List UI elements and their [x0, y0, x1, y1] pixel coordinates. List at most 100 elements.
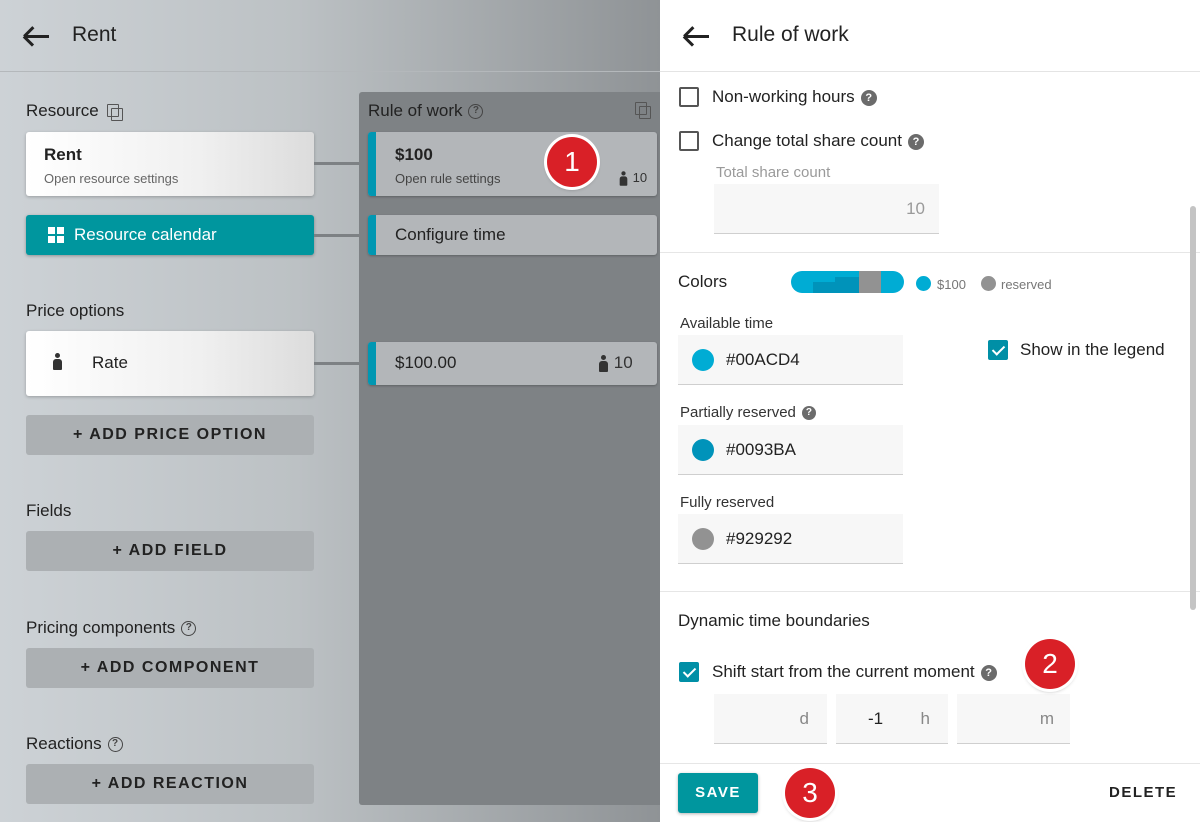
- total-share-count-input[interactable]: 10: [714, 184, 939, 234]
- rule-card[interactable]: $100 Open rule settings 10: [368, 132, 657, 196]
- panel-header: Rule of work: [660, 0, 1200, 72]
- help-icon[interactable]: ?: [801, 406, 816, 421]
- fully-reserved-label: Fully reserved: [680, 494, 775, 511]
- pricing-components-text: Pricing components: [26, 618, 176, 637]
- top-bar: Rent: [0, 0, 660, 72]
- non-working-hours-checkbox[interactable]: [679, 87, 699, 107]
- minutes-input[interactable]: m: [957, 694, 1070, 744]
- rule-card-title: $100: [395, 145, 433, 164]
- resource-card-title: Rent: [44, 145, 82, 164]
- fields-label: Fields: [26, 501, 72, 520]
- add-price-option-button[interactable]: + ADD PRICE OPTION: [26, 415, 314, 455]
- person-icon: [619, 171, 628, 186]
- share-count-value: 10: [632, 170, 648, 185]
- resource-card-subtitle: Open resource settings: [44, 171, 179, 186]
- add-component-button[interactable]: + ADD COMPONENT: [26, 648, 314, 688]
- resource-label-text: Resource: [26, 101, 99, 120]
- fully-reserved-color-input[interactable]: #929292: [678, 514, 903, 564]
- rule-column-label: Rule of work?: [368, 101, 484, 121]
- step-badge-1: 1: [547, 137, 597, 187]
- price-card[interactable]: $100.00 10: [368, 342, 657, 385]
- minutes-unit: m: [1039, 709, 1054, 728]
- divider: [660, 763, 1200, 764]
- person-icon: [598, 355, 609, 373]
- available-time-color-value: #00ACD4: [726, 350, 800, 369]
- help-icon[interactable]: ?: [107, 737, 123, 753]
- legend-label-available: $100: [937, 277, 966, 292]
- color-swatch[interactable]: [692, 439, 714, 461]
- rule-column-label-text: Rule of work: [368, 101, 463, 120]
- partially-reserved-text: Partially reserved: [680, 404, 796, 421]
- shift-start-label: Shift start from the current moment?: [712, 662, 997, 682]
- resource-section-label: Resource: [26, 101, 123, 121]
- change-total-share-text: Change total share count: [712, 131, 902, 150]
- add-field-button[interactable]: + ADD FIELD: [26, 531, 314, 571]
- back-arrow-icon[interactable]: [23, 26, 49, 47]
- divider: [660, 591, 1200, 592]
- panel-title: Rule of work: [732, 23, 849, 46]
- configure-time-label: Configure time: [395, 225, 506, 244]
- help-icon[interactable]: ?: [907, 133, 924, 150]
- price-share-count: 10: [598, 353, 633, 373]
- available-time-color-input[interactable]: #00ACD4: [678, 335, 903, 385]
- person-icon: [52, 353, 63, 371]
- resource-calendar-button[interactable]: Resource calendar: [26, 215, 314, 255]
- partially-reserved-label: Partially reserved?: [680, 404, 816, 421]
- color-swatch[interactable]: [692, 528, 714, 550]
- shift-start-text: Shift start from the current moment: [712, 662, 975, 681]
- change-total-share-label: Change total share count?: [712, 131, 924, 151]
- page-title: Rent: [72, 23, 117, 46]
- copy-icon[interactable]: [635, 102, 651, 119]
- copy-icon[interactable]: [106, 103, 123, 121]
- color-preview-bar: [791, 271, 904, 293]
- grid-icon: [48, 227, 65, 244]
- save-button[interactable]: SAVE: [678, 773, 758, 813]
- days-input[interactable]: d: [714, 694, 827, 744]
- rent-editor-background: Rent Resource Rent Open resource setting…: [0, 0, 660, 822]
- change-total-share-checkbox[interactable]: [679, 131, 699, 151]
- dynamic-time-label: Dynamic time boundaries: [678, 611, 870, 630]
- days-unit: d: [799, 709, 809, 728]
- non-working-hours-label: Non-working hours?: [712, 87, 877, 107]
- help-icon[interactable]: ?: [860, 89, 877, 106]
- rule-of-work-panel: Rule of work Non-working hours? Change t…: [660, 0, 1200, 822]
- delete-button[interactable]: DELETE: [1109, 784, 1177, 801]
- rule-of-work-column: Rule of work? $100 Open rule settings 10…: [359, 92, 660, 805]
- scrollbar[interactable]: [1190, 206, 1196, 610]
- share-count: 10: [618, 170, 647, 187]
- help-icon[interactable]: ?: [181, 621, 197, 637]
- legend-label-reserved: reserved: [1001, 277, 1052, 292]
- divider: [660, 252, 1200, 253]
- help-icon[interactable]: ?: [468, 104, 484, 120]
- hours-value: -1: [868, 709, 884, 728]
- configure-time-card[interactable]: Configure time: [368, 215, 657, 255]
- total-share-count-value: 10: [906, 199, 925, 218]
- show-in-legend-checkbox[interactable]: [988, 340, 1008, 360]
- reactions-label: Reactions?: [26, 734, 123, 754]
- color-swatch[interactable]: [692, 349, 714, 371]
- back-arrow-icon[interactable]: [683, 26, 709, 47]
- resource-calendar-label: Resource calendar: [74, 225, 217, 244]
- price-options-label: Price options: [26, 301, 125, 320]
- show-in-legend-label: Show in the legend: [1020, 340, 1165, 359]
- partially-reserved-color-input[interactable]: #0093BA: [678, 425, 903, 475]
- fully-reserved-color-value: #929292: [726, 529, 793, 548]
- help-icon[interactable]: ?: [980, 664, 997, 681]
- step-badge-3: 3: [785, 768, 835, 818]
- resource-card[interactable]: Rent Open resource settings: [26, 132, 314, 196]
- colors-label: Colors: [678, 272, 728, 291]
- add-reaction-button[interactable]: + ADD REACTION: [26, 764, 314, 804]
- non-working-hours-text: Non-working hours: [712, 87, 855, 106]
- hours-input[interactable]: -1 h: [836, 694, 948, 744]
- pricing-components-label: Pricing components?: [26, 618, 197, 638]
- rule-card-subtitle: Open rule settings: [395, 171, 501, 186]
- legend-dot-available: [916, 276, 931, 291]
- price-share-count-value: 10: [613, 353, 633, 372]
- total-share-count-label: Total share count: [716, 164, 831, 181]
- rate-label: Rate: [92, 353, 128, 372]
- available-time-label: Available time: [680, 315, 774, 332]
- hours-unit: h: [920, 709, 930, 728]
- rate-card[interactable]: Rate: [26, 331, 314, 396]
- shift-start-checkbox[interactable]: [679, 662, 699, 682]
- reactions-text: Reactions: [26, 734, 102, 753]
